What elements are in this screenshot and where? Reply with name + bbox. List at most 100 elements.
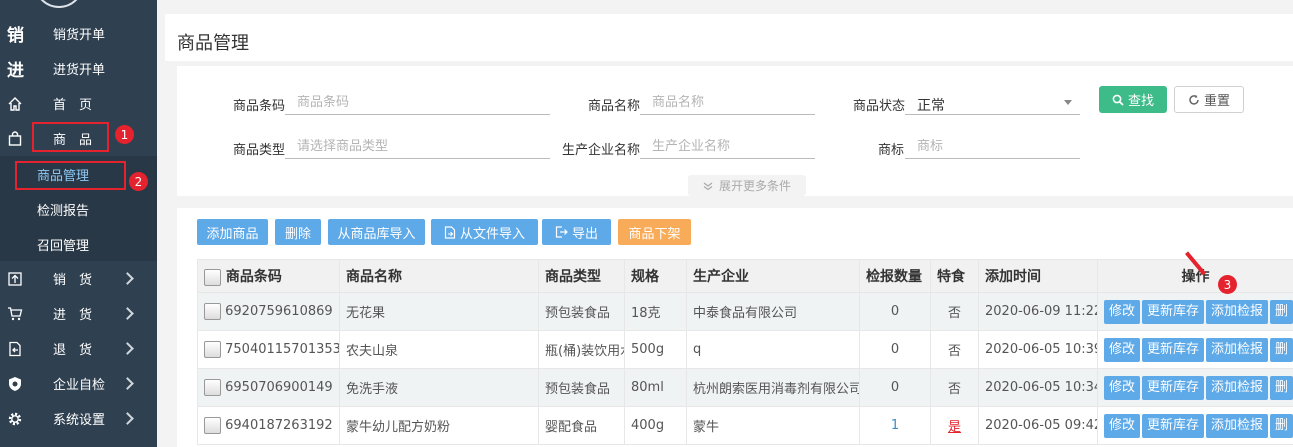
cell-reports: 0 xyxy=(859,292,931,331)
page-title: 商品管理 xyxy=(177,33,249,54)
export-label: 导出 xyxy=(571,226,598,242)
cell-barcode: 6940187263192 xyxy=(197,406,340,445)
barcode-input[interactable] xyxy=(285,95,550,110)
list-panel: 添加商品 删除 从商品库导入 从文件导入 导出 商品下架 商品条码 商品名称 商… xyxy=(177,208,1293,447)
cell-reports: 1 xyxy=(859,406,931,445)
type-field[interactable] xyxy=(285,135,550,159)
cell-spec: 500g xyxy=(624,330,687,369)
marker-2: 2 xyxy=(129,172,148,191)
cell-time: 2020-06-05 10:34:17 xyxy=(978,368,1098,407)
delete-row-button[interactable]: 删 xyxy=(1270,299,1293,324)
barcode-text: 6920759610869 xyxy=(225,304,333,319)
cell-ops: 修改 更新库存 添加检报删 xyxy=(1097,368,1293,407)
purchase-char-icon: 进 xyxy=(7,61,24,81)
add-report-button[interactable]: 添加检报 xyxy=(1206,337,1269,362)
sidebar-item-purchase[interactable]: 进 货 xyxy=(0,296,157,331)
barcode-text: 7504011570135317 xyxy=(225,342,340,357)
sidebar-item-label: 进货开单 xyxy=(53,63,106,78)
name-label: 商品名称 xyxy=(588,99,641,114)
type-label: 商品类型 xyxy=(233,143,286,158)
sidebar-item-settings[interactable]: 系统设置 xyxy=(0,401,157,436)
sidebar-item-self-check[interactable]: 企业自检 xyxy=(0,366,157,401)
status-select[interactable]: 正常 xyxy=(905,91,1080,115)
delete-row-button[interactable]: 删 xyxy=(1270,413,1293,438)
maker-field[interactable] xyxy=(640,135,815,159)
import-from-file-button[interactable]: 从文件导入 xyxy=(431,219,538,245)
row-checkbox[interactable] xyxy=(204,379,221,396)
export-button[interactable]: 导出 xyxy=(542,219,611,245)
cell-type: 婴配食品 xyxy=(538,406,625,445)
sidebar-item-label: 系统设置 xyxy=(53,413,106,428)
sidebar-item-return[interactable]: 退 货 xyxy=(0,331,157,366)
cell-spec: 80ml xyxy=(624,368,687,407)
cell-special: 否 xyxy=(930,292,979,331)
reset-button[interactable]: 重置 xyxy=(1174,86,1244,113)
update-stock-button[interactable]: 更新库存 xyxy=(1142,337,1205,362)
cell-barcode: 6950706900149 xyxy=(197,368,340,407)
cell-time: 2020-06-09 11:22:09 xyxy=(978,292,1098,331)
bag-icon xyxy=(6,130,24,148)
delete-row-button[interactable]: 删 xyxy=(1270,375,1293,400)
delete-button[interactable]: 删除 xyxy=(275,219,321,245)
sidebar-quick-purchase-order[interactable]: 进 进货开单 xyxy=(0,51,157,86)
cell-special: 是 xyxy=(930,406,979,445)
sales-char-icon: 销 xyxy=(7,26,24,46)
export-icon xyxy=(555,226,568,238)
sidebar-item-label: 首 页 xyxy=(53,98,93,113)
name-input[interactable] xyxy=(640,95,815,110)
table-row: 7504011570135317 农夫山泉 瓶(桶)装饮用水 500g q 0 … xyxy=(197,330,1293,369)
edit-button[interactable]: 修改 xyxy=(1104,299,1141,324)
refresh-icon xyxy=(1189,94,1199,105)
cell-name: 蒙牛幼儿配方奶粉 xyxy=(339,406,539,445)
sidebar-item-sales[interactable]: 销 货 xyxy=(0,261,157,296)
user-avatar[interactable] xyxy=(34,0,84,8)
update-stock-button[interactable]: 更新库存 xyxy=(1142,413,1205,438)
update-stock-button[interactable]: 更新库存 xyxy=(1142,299,1205,324)
chevron-right-icon xyxy=(121,272,134,285)
import-file-label: 从文件导入 xyxy=(459,226,525,242)
expand-conditions-button[interactable]: 展开更多条件 xyxy=(688,175,806,196)
caret-down-icon xyxy=(1064,100,1072,105)
name-field[interactable] xyxy=(640,91,815,115)
barcode-field[interactable] xyxy=(285,91,550,115)
add-report-button[interactable]: 添加检报 xyxy=(1206,299,1269,324)
upload-box-icon xyxy=(6,270,24,288)
off-shelf-button[interactable]: 商品下架 xyxy=(618,219,691,245)
status-label: 商品状态 xyxy=(853,99,906,114)
edit-button[interactable]: 修改 xyxy=(1104,375,1141,400)
search-button-label: 查找 xyxy=(1127,94,1154,109)
sidebar-item-home[interactable]: 首 页 xyxy=(0,86,157,121)
cell-barcode: 6920759610869 xyxy=(197,292,340,331)
special-yes-link[interactable]: 是 xyxy=(948,420,961,435)
add-goods-label: 添加商品 xyxy=(206,226,259,242)
edit-button[interactable]: 修改 xyxy=(1104,413,1141,438)
add-report-button[interactable]: 添加检报 xyxy=(1206,413,1269,438)
sidebar-sub-test-report[interactable]: 检测报告 xyxy=(0,191,157,226)
type-input[interactable] xyxy=(285,139,550,154)
search-button[interactable]: 查找 xyxy=(1099,86,1167,113)
update-stock-button[interactable]: 更新库存 xyxy=(1142,375,1205,400)
row-checkbox[interactable] xyxy=(204,303,221,320)
maker-input[interactable] xyxy=(640,139,815,154)
highlight-box-goods-manage xyxy=(15,161,126,190)
brand-field[interactable] xyxy=(905,135,1080,159)
brand-input[interactable] xyxy=(905,139,1080,154)
row-checkbox[interactable] xyxy=(204,341,221,358)
reports-link[interactable]: 1 xyxy=(891,418,899,433)
select-all-checkbox[interactable] xyxy=(204,268,221,286)
shield-check-icon xyxy=(6,375,24,393)
import-from-library-button[interactable]: 从商品库导入 xyxy=(328,219,425,245)
add-report-button[interactable]: 添加检报 xyxy=(1206,375,1269,400)
header-type: 商品类型 xyxy=(538,259,625,293)
chevron-right-icon xyxy=(121,342,134,355)
edit-button[interactable]: 修改 xyxy=(1104,337,1141,362)
home-icon xyxy=(6,95,24,113)
delete-row-button[interactable]: 删 xyxy=(1270,337,1293,362)
sidebar-quick-sales-order[interactable]: 销 销货开单 xyxy=(0,16,157,51)
cell-ops: 修改 更新库存 添加检报删 xyxy=(1097,292,1293,331)
cell-special: 否 xyxy=(930,330,979,369)
sidebar-sub-recall[interactable]: 召回管理 xyxy=(0,226,157,261)
cell-time: 2020-06-05 10:39:01 xyxy=(978,330,1098,369)
add-goods-button[interactable]: 添加商品 xyxy=(197,219,268,245)
row-checkbox[interactable] xyxy=(204,417,221,434)
